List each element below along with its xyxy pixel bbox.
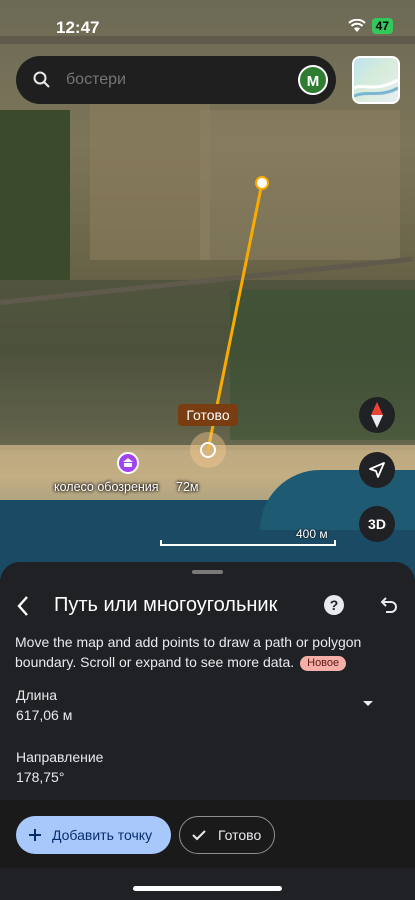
map-layers-button[interactable] <box>352 56 400 104</box>
my-location-button[interactable] <box>359 452 395 488</box>
check-icon <box>192 830 206 841</box>
direction-value: 178,75° <box>16 769 65 785</box>
scale-label: 400 м <box>296 527 328 541</box>
battery-indicator: 47 <box>371 18 393 34</box>
add-point-button[interactable]: Добавить точку <box>16 816 171 854</box>
sheet-title: Путь или многоугольник <box>54 594 278 616</box>
search-bar[interactable]: M <box>16 56 336 104</box>
search-icon <box>33 71 50 88</box>
home-indicator[interactable] <box>133 886 282 891</box>
add-point-label: Добавить точку <box>52 827 153 843</box>
instructions-text: Move the map and add points to draw a pa… <box>15 632 405 672</box>
museum-icon[interactable] <box>117 452 139 474</box>
poi-distance: 72м <box>176 480 199 494</box>
satellite-map[interactable]: Готово колесо обозрения 72м 400 м 12:47 … <box>0 0 415 580</box>
done-label: Готово <box>218 827 262 843</box>
action-bar: Добавить точку Готово <box>0 800 415 868</box>
new-badge: Новое <box>300 656 347 671</box>
chevron-left-icon <box>17 596 28 616</box>
map-thumbnail-icon <box>354 78 398 98</box>
plus-icon <box>29 829 41 841</box>
3d-toggle-button[interactable]: 3D <box>359 506 395 542</box>
undo-button[interactable] <box>377 594 399 616</box>
sheet-header: Путь или многоугольник ? <box>0 590 415 622</box>
crosshair-halo <box>190 432 226 468</box>
path-start-point <box>255 176 269 190</box>
undo-icon <box>380 597 397 613</box>
help-button[interactable]: ? <box>324 595 344 615</box>
status-bar: 12:47 47 <box>0 0 415 44</box>
sheet-drag-handle[interactable] <box>192 570 223 574</box>
length-value: 617,06 м <box>16 707 73 723</box>
chevron-down-icon[interactable] <box>361 698 375 708</box>
direction-label: Направление <box>16 749 104 765</box>
compass-icon <box>371 402 383 428</box>
length-label: Длина <box>16 687 57 703</box>
clock: 12:47 <box>56 18 100 37</box>
search-input[interactable] <box>66 71 266 89</box>
back-button[interactable] <box>12 592 36 620</box>
poi-label[interactable]: колесо обозрения <box>54 480 159 494</box>
compass-button[interactable] <box>359 397 395 433</box>
measure-sheet: Путь или многоугольник ? Move the map an… <box>0 562 415 900</box>
navigation-arrow-icon <box>369 462 385 478</box>
wifi-icon <box>347 19 366 32</box>
scale-bar <box>160 540 336 546</box>
avatar[interactable]: M <box>298 65 328 95</box>
done-button[interactable]: Готово <box>179 816 275 854</box>
done-map-label[interactable]: Готово <box>178 404 238 426</box>
